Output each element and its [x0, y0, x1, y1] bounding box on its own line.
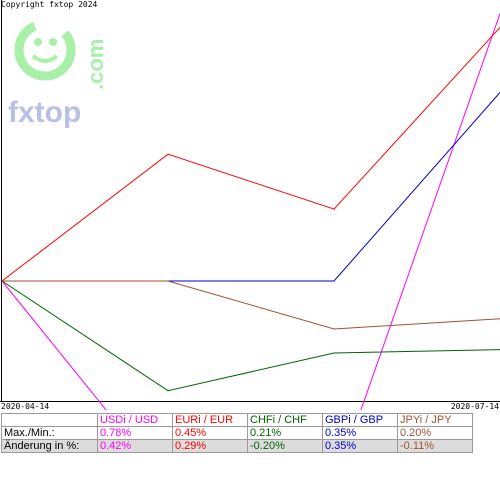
- series-line-jpyi: [2, 280, 500, 330]
- series-line-usdi: [1, 13, 500, 410]
- data-point: [333, 328, 335, 330]
- max-min-value: 0.20%: [397, 426, 473, 440]
- data-point: [167, 280, 169, 282]
- data-point: [333, 352, 335, 354]
- data-point: [167, 390, 169, 392]
- max-min-value: 0.78%: [97, 426, 173, 440]
- change-value: 0.29%: [172, 439, 248, 453]
- legend-header-row: USDi / USD EURi / EUR CHFi / CHF GBPi / …: [1, 413, 473, 427]
- max-min-label: Max./Min.:: [1, 426, 98, 440]
- data-point: [333, 208, 335, 210]
- change-value: -0.11%: [397, 439, 473, 453]
- legend-header: EURi / EUR: [172, 413, 248, 427]
- max-min-value: 0.45%: [172, 426, 248, 440]
- legend-table: USDi / USD EURi / EUR CHFi / CHF GBPi / …: [1, 413, 473, 453]
- legend-header: GBPi / GBP: [322, 413, 398, 427]
- data-point: [333, 280, 335, 282]
- change-value: -0.20%: [247, 439, 323, 453]
- x-tick-end: 2020-07-14: [450, 402, 499, 411]
- legend-header: USDi / USD: [97, 413, 173, 427]
- data-point: [1, 280, 3, 282]
- series-line-euri: [1, 27, 500, 282]
- series-line-gbpi: [2, 92, 500, 282]
- chart-plot: [0, 0, 500, 410]
- change-value: 0.42%: [97, 439, 173, 453]
- legend-header: JPYi / JPY: [397, 413, 473, 427]
- change-label: Änderung in %:: [1, 439, 98, 453]
- legend-header: CHFi / CHF: [247, 413, 323, 427]
- legend-corner: [1, 413, 98, 427]
- x-tick-start: 2020-04-14: [1, 402, 50, 411]
- legend-change-row: Änderung in %: 0.42% 0.29% -0.20% 0.35% …: [1, 439, 473, 453]
- max-min-value: 0.35%: [322, 426, 398, 440]
- max-min-value: 0.21%: [247, 426, 323, 440]
- data-point: [167, 153, 169, 155]
- legend-max-row: Max./Min.: 0.78% 0.45% 0.21% 0.35% 0.20%: [1, 426, 473, 440]
- change-value: 0.35%: [322, 439, 398, 453]
